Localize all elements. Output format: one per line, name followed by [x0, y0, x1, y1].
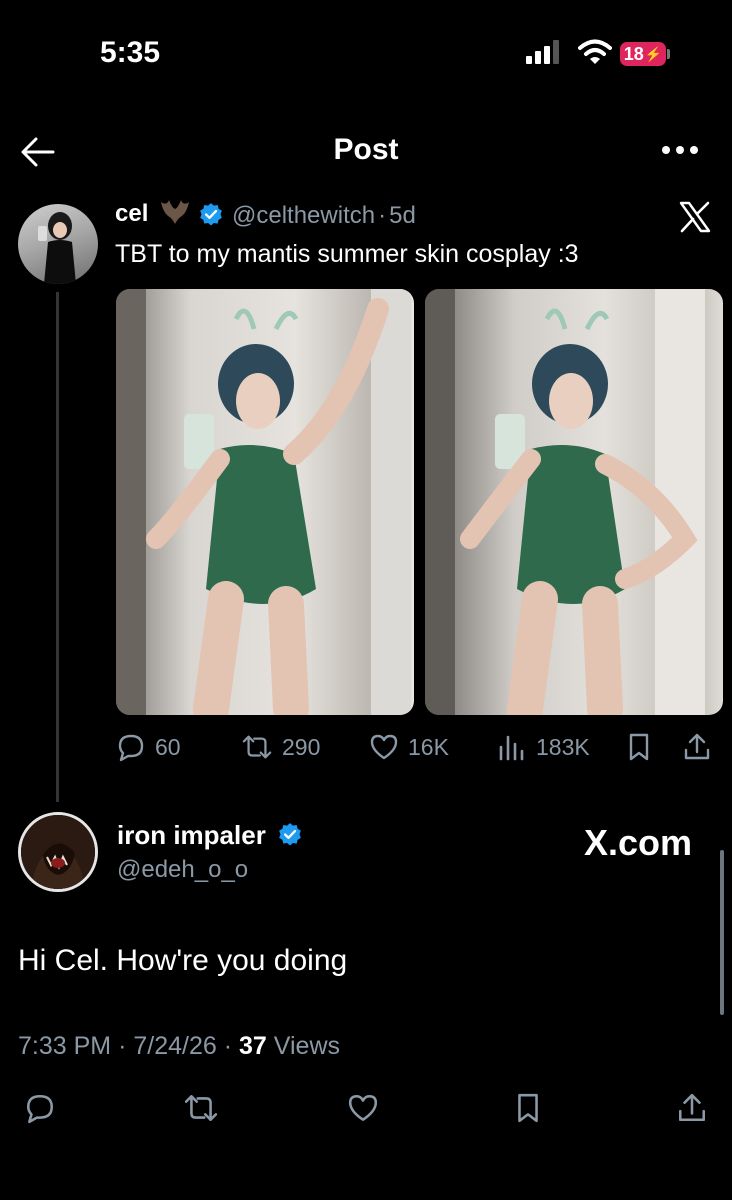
- repost-count: 290: [282, 734, 321, 760]
- reply-author-handle[interactable]: @edeh_o_o: [117, 856, 248, 884]
- reply-author-name[interactable]: iron impaler: [117, 820, 266, 851]
- verified-icon: [200, 203, 222, 226]
- battery-indicator: 18 ⚡: [620, 42, 666, 66]
- post-meta: 7:33 PM · 7/24/26 · 37 Views: [18, 1032, 340, 1061]
- share-icon[interactable]: [676, 1092, 708, 1124]
- post-age: 5d: [389, 202, 416, 229]
- avatar-image: [21, 815, 95, 889]
- wifi-icon: [578, 39, 612, 64]
- more-icon[interactable]: [660, 146, 700, 156]
- meta-separator: ·: [378, 202, 387, 229]
- reply-count: 60: [155, 734, 181, 760]
- like-count: 16K: [408, 734, 449, 760]
- status-time: 5:35: [100, 36, 161, 69]
- like-icon[interactable]: [369, 732, 399, 762]
- scrollbar[interactable]: [720, 850, 724, 1015]
- avatar-image: [38, 212, 76, 284]
- like-icon[interactable]: [346, 1092, 380, 1124]
- meta-separator: ·: [223, 1032, 233, 1060]
- meta-separator: ·: [118, 1032, 127, 1060]
- bat-icon: [161, 200, 189, 224]
- x-logo-icon: [679, 201, 711, 233]
- post-photo-2[interactable]: [425, 289, 723, 715]
- verified-icon: [279, 823, 301, 846]
- reply-icon[interactable]: [24, 1092, 56, 1124]
- page-title: Post: [333, 133, 399, 166]
- charging-bolt-icon: ⚡: [644, 45, 663, 62]
- avatar[interactable]: [18, 812, 98, 892]
- post-time: 7:33 PM: [18, 1032, 112, 1060]
- share-icon[interactable]: [682, 732, 712, 762]
- cellular-signal-icon: [526, 40, 560, 64]
- repost-icon[interactable]: [184, 1092, 218, 1124]
- thread-line: [56, 292, 59, 802]
- post-text: TBT to my mantis summer skin cosplay :3: [115, 240, 579, 268]
- views-number: 37: [239, 1032, 267, 1060]
- battery-nub: [667, 49, 670, 59]
- post-date: 7/24/26: [133, 1032, 217, 1060]
- bookmark-icon[interactable]: [624, 732, 654, 762]
- photo-illustration: [116, 289, 411, 715]
- views-label: Views: [273, 1032, 341, 1060]
- author-handle-line[interactable]: @celthewitch · 5d: [232, 202, 416, 230]
- views-icon[interactable]: [497, 732, 527, 762]
- battery-level: 18: [623, 43, 644, 64]
- bookmark-icon[interactable]: [512, 1092, 544, 1124]
- reply-text: Hi Cel. How're you doing: [18, 944, 348, 977]
- views-count: 183K: [536, 734, 590, 760]
- watermark: X.com: [584, 822, 693, 863]
- author-name[interactable]: cel: [115, 200, 148, 228]
- repost-icon[interactable]: [242, 732, 272, 762]
- reply-icon[interactable]: [116, 732, 146, 762]
- post-photo-1[interactable]: [116, 289, 414, 715]
- avatar[interactable]: [18, 204, 98, 284]
- photo-illustration: [425, 289, 705, 715]
- author-handle: @celthewitch: [232, 202, 376, 229]
